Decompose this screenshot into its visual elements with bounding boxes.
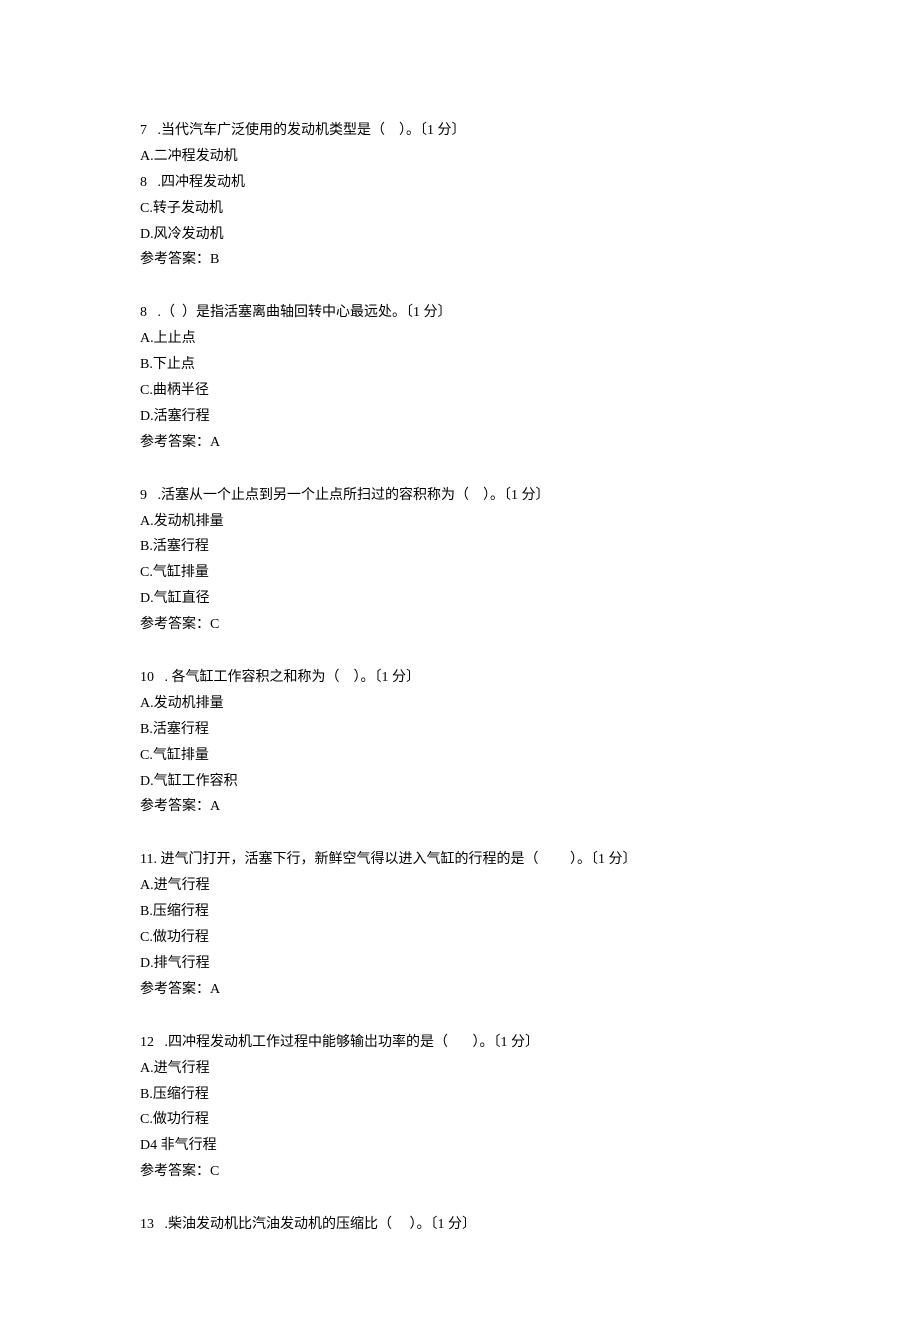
option: D4 非气行程 [140, 1133, 780, 1159]
option: A.进气行程 [140, 1056, 780, 1082]
option: A.发动机排量 [140, 691, 780, 717]
option: D.活塞行程 [140, 404, 780, 430]
answer: 参考答案：A [140, 977, 780, 1003]
option: A.上止点 [140, 326, 780, 352]
option: D.排气行程 [140, 951, 780, 977]
question-stem: 11. 进气门打开，活塞下行，新鲜空气得以进入气缸的行程的是（ ）。〔1 分〕 [140, 847, 780, 873]
option: C.气缸排量 [140, 743, 780, 769]
option: B.活塞行程 [140, 717, 780, 743]
question-stem: 12 .四冲程发动机工作过程中能够输岀功率的是（ ）。〔1 分〕 [140, 1030, 780, 1056]
question-stem: 8 .（ ）是指活塞离曲轴回转中心最远处。〔1 分〕 [140, 300, 780, 326]
question-block: 9 .活塞从一个止点到另一个止点所扫过的容积称为（ ）。〔1 分〕 A.发动机排… [140, 483, 780, 638]
answer: 参考答案：A [140, 430, 780, 456]
answer: 参考答案：C [140, 612, 780, 638]
option: D.风冷发动机 [140, 222, 780, 248]
question-block: 13 .柴油发动机比汽油发动机的压缩比（ ）。〔1 分〕 [140, 1212, 780, 1238]
option: D.气缸工作容积 [140, 769, 780, 795]
question-block: 7 .当代汽车广泛使用的发动机类型是（ ）。〔1 分〕 A.二冲程发动机 8 .… [140, 118, 780, 273]
option: B.下止点 [140, 352, 780, 378]
option: 8 .四冲程发动机 [140, 170, 780, 196]
question-block: 11. 进气门打开，活塞下行，新鲜空气得以进入气缸的行程的是（ ）。〔1 分〕 … [140, 847, 780, 1002]
question-block: 8 .（ ）是指活塞离曲轴回转中心最远处。〔1 分〕 A.上止点 B.下止点 C… [140, 300, 780, 455]
answer: 参考答案：B [140, 247, 780, 273]
option: A.二冲程发动机 [140, 144, 780, 170]
option: B.压缩行程 [140, 1082, 780, 1108]
question-stem: 10 . 各气缸工作容积之和称为（ ）。〔1 分〕 [140, 665, 780, 691]
answer: 参考答案：A [140, 794, 780, 820]
option: D.气缸直径 [140, 586, 780, 612]
answer: 参考答案：C [140, 1159, 780, 1185]
option: C.转子发动机 [140, 196, 780, 222]
question-stem: 9 .活塞从一个止点到另一个止点所扫过的容积称为（ ）。〔1 分〕 [140, 483, 780, 509]
option: C.做功行程 [140, 925, 780, 951]
option: B.活塞行程 [140, 534, 780, 560]
option: C.气缸排量 [140, 560, 780, 586]
question-block: 12 .四冲程发动机工作过程中能够输岀功率的是（ ）。〔1 分〕 A.进气行程 … [140, 1030, 780, 1185]
document-page: 7 .当代汽车广泛使用的发动机类型是（ ）。〔1 分〕 A.二冲程发动机 8 .… [0, 0, 920, 1325]
question-stem: 13 .柴油发动机比汽油发动机的压缩比（ ）。〔1 分〕 [140, 1212, 780, 1238]
option: B.压缩行程 [140, 899, 780, 925]
option: A.进气行程 [140, 873, 780, 899]
question-stem: 7 .当代汽车广泛使用的发动机类型是（ ）。〔1 分〕 [140, 118, 780, 144]
option: C.做功行程 [140, 1107, 780, 1133]
option: A.发动机排量 [140, 509, 780, 535]
option: C.曲柄半径 [140, 378, 780, 404]
question-block: 10 . 各气缸工作容积之和称为（ ）。〔1 分〕 A.发动机排量 B.活塞行程… [140, 665, 780, 820]
